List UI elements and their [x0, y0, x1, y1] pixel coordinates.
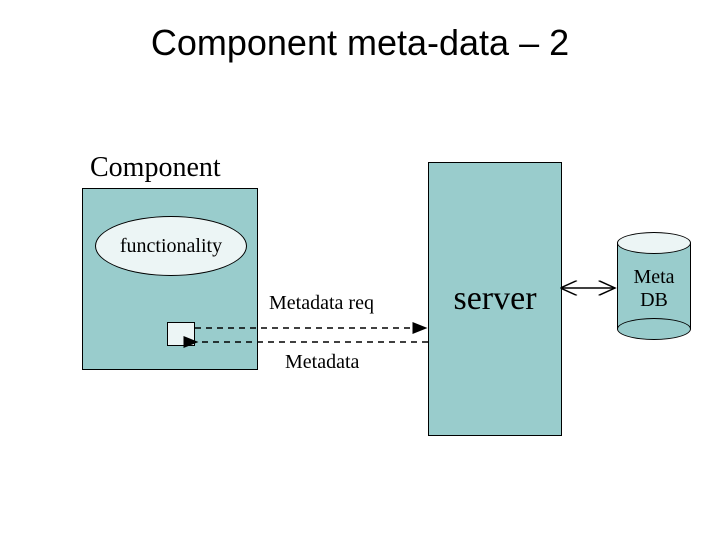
meta-db-label-line1: Meta — [633, 266, 674, 288]
meta-db-label-line2: DB — [640, 289, 668, 311]
functionality-label: functionality — [120, 235, 222, 258]
meta-db-label: Meta DB — [617, 266, 691, 312]
metadata-response-label: Metadata — [285, 351, 359, 374]
meta-db-top — [617, 232, 691, 254]
server-label: server — [453, 280, 536, 318]
metadata-request-label: Metadata req — [269, 292, 374, 315]
slide-title: Component meta-data – 2 — [0, 22, 720, 64]
server-box: server — [428, 162, 562, 436]
functionality-ellipse: functionality — [95, 216, 247, 276]
meta-db-bottom — [617, 318, 691, 340]
meta-db-cylinder: Meta DB — [617, 232, 691, 340]
component-label: Component — [90, 152, 221, 184]
introspection-port-box — [167, 322, 195, 346]
